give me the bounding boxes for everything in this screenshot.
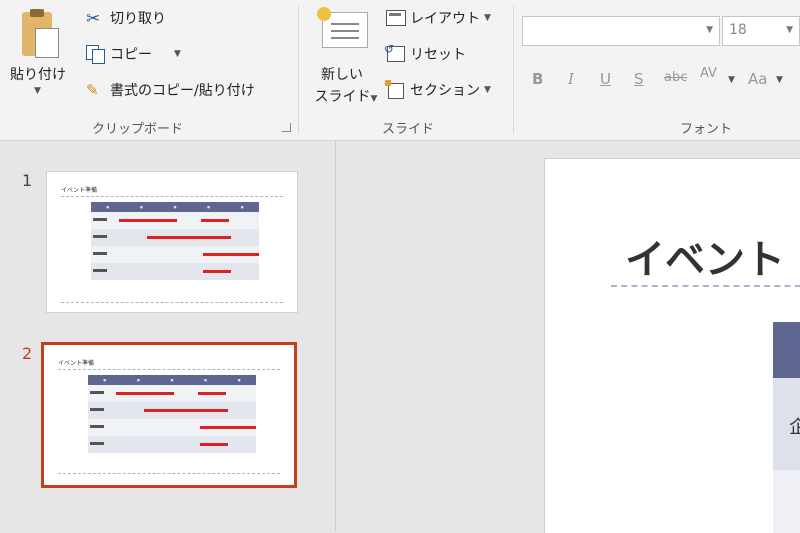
change-case-dropdown-icon[interactable]: ▼ <box>776 75 783 85</box>
layout-label: レイアウト <box>410 11 480 27</box>
title-divider <box>61 196 283 197</box>
new-slide-label-line2: スライド <box>314 89 371 105</box>
slides-group-label: スライド <box>382 122 435 137</box>
font-name-combo[interactable]: ▼ <box>522 16 720 46</box>
copy-button[interactable]: コピー ▼ <box>86 44 181 64</box>
underline-button[interactable]: U <box>600 70 611 88</box>
slide-thumbnail-pane: 1 イベント準備 ■ ■ ■ ■ ■ 2 イベント準備 ■ ■ ■ ■ ■ <box>0 141 336 532</box>
thumbnail-table: ■ ■ ■ ■ ■ <box>91 202 259 282</box>
layout-button[interactable]: レイアウト ▼ <box>386 8 491 28</box>
title-divider <box>58 369 280 370</box>
layout-icon <box>386 9 406 27</box>
new-slide-button[interactable]: 新しい スライド▼ <box>306 4 378 112</box>
slide-title[interactable]: イベント <box>625 227 785 285</box>
reset-label: リセット <box>410 47 466 63</box>
font-group-label: フォント <box>680 122 733 137</box>
paste-button[interactable]: 貼り付け ▼ <box>6 4 70 104</box>
title-divider <box>611 285 800 287</box>
font-size-value: 18 <box>729 22 747 38</box>
slide-number: 1 <box>22 171 33 190</box>
font-size-combo[interactable]: 18 ▼ <box>722 16 800 46</box>
cut-label: 切り取り <box>110 11 166 27</box>
font-size-dropdown-icon[interactable]: ▼ <box>786 25 793 35</box>
thumbnail-title: イベント準備 <box>58 360 95 367</box>
paste-label: 貼り付け <box>10 67 66 83</box>
section-icon <box>385 80 406 99</box>
strikethrough-button[interactable]: abc <box>664 70 687 85</box>
reset-icon: ↺ <box>384 42 406 63</box>
copy-icon <box>86 45 106 64</box>
cut-button[interactable]: ✂ 切り取り <box>86 8 166 29</box>
shadow-button[interactable]: S <box>634 70 644 88</box>
slide-thumbnail-2[interactable]: イベント準備 ■ ■ ■ ■ ■ <box>41 342 297 488</box>
new-slide-label-line1: 新しい <box>321 67 363 83</box>
thumbnail-table: ■ ■ ■ ■ ■ <box>88 375 256 455</box>
format-painter-label: 書式のコピー/貼り付け <box>110 83 255 99</box>
layout-dropdown-icon[interactable]: ▼ <box>484 13 491 23</box>
paste-icon <box>22 9 59 58</box>
ribbon: 貼り付け ▼ ✂ 切り取り コピー ▼ ✎ 書式のコピー/貼り付け クリップボー… <box>0 0 800 141</box>
slide-thumbnail-1[interactable]: イベント準備 ■ ■ ■ ■ ■ <box>46 171 298 313</box>
slide-number: 2 <box>22 344 33 363</box>
char-spacing-dropdown-icon[interactable]: ▼ <box>728 75 735 85</box>
footer-divider <box>61 302 283 303</box>
italic-button[interactable]: I <box>568 70 574 88</box>
slide-editing-canvas[interactable]: イベント 企 <box>544 158 800 533</box>
table-row[interactable] <box>773 470 800 533</box>
bold-button[interactable]: B <box>532 70 543 88</box>
table-header[interactable] <box>773 322 800 378</box>
format-painter-icon: ✎ <box>86 81 99 99</box>
table-cell-text[interactable]: 企 <box>789 413 800 439</box>
section-label: セクション <box>410 83 480 99</box>
clipboard-launcher-icon[interactable] <box>282 123 291 132</box>
ribbon-divider <box>298 6 299 134</box>
char-spacing-button[interactable]: AV <box>700 66 717 81</box>
section-button[interactable]: セクション ▼ <box>385 80 491 100</box>
new-slide-icon <box>317 7 368 48</box>
clipboard-group-label: クリップボード <box>92 122 184 137</box>
paste-dropdown-icon[interactable]: ▼ <box>34 86 41 96</box>
copy-dropdown-icon[interactable]: ▼ <box>174 49 181 59</box>
change-case-button[interactable]: Aa <box>748 70 767 88</box>
thumbnail-title: イベント準備 <box>61 187 98 194</box>
ribbon-divider <box>513 6 514 134</box>
reset-button[interactable]: ↺ リセット <box>384 42 466 64</box>
scissors-icon: ✂ <box>86 9 101 29</box>
new-slide-dropdown-icon[interactable]: ▼ <box>371 94 378 104</box>
font-name-dropdown-icon[interactable]: ▼ <box>706 25 713 35</box>
format-painter-button[interactable]: ✎ 書式のコピー/貼り付け <box>86 80 255 100</box>
copy-label: コピー <box>110 47 152 63</box>
footer-divider <box>58 473 280 474</box>
section-dropdown-icon[interactable]: ▼ <box>484 85 491 95</box>
